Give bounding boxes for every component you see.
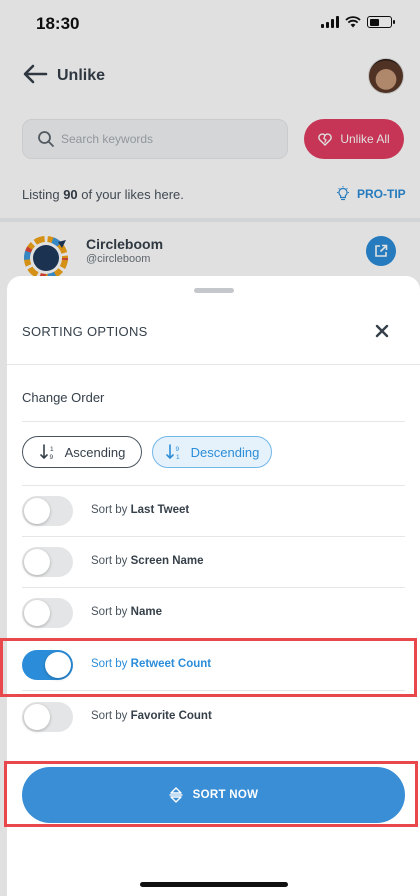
sheet-title: SORTING OPTIONS [22,324,148,339]
sort-toggle-favorite-count[interactable] [22,702,73,732]
sort-option-screen-name: Sort by Screen Name [22,536,405,588]
svg-text:9: 9 [175,446,179,453]
highlight-box-retweet-count [0,638,417,697]
svg-text:1: 1 [176,454,180,461]
sort-label: Sort by Name [91,606,162,618]
descending-button[interactable]: 9 1 Descending [152,436,272,468]
divider [22,421,405,422]
descending-label: Descending [190,444,260,460]
sort-option-last-tweet: Sort by Last Tweet [22,485,405,537]
ascending-button[interactable]: 1 9 Ascending [22,436,142,468]
sort-toggle-screen-name[interactable] [22,547,73,577]
sort-toggle-name[interactable] [22,598,73,628]
sort-ascending-icon: 1 9 [39,444,54,461]
highlight-box-sort-now [4,761,418,827]
sort-label: Sort by Screen Name [91,555,204,567]
sheet-grabber[interactable] [194,288,234,293]
sort-descending-icon: 9 1 [165,444,180,461]
divider [7,364,420,365]
sort-option-favorite-count: Sort by Favorite Count [22,691,405,743]
close-icon[interactable] [375,324,389,338]
home-indicator [140,882,288,887]
svg-text:9: 9 [49,454,53,461]
sort-label: Sort by Favorite Count [91,710,212,722]
sort-option-name: Sort by Name [22,587,405,639]
ascending-label: Ascending [64,444,126,460]
change-order-label: Change Order [22,390,105,405]
svg-text:1: 1 [50,446,54,453]
sort-toggle-last-tweet[interactable] [22,496,73,526]
sort-label: Sort by Last Tweet [91,504,190,516]
